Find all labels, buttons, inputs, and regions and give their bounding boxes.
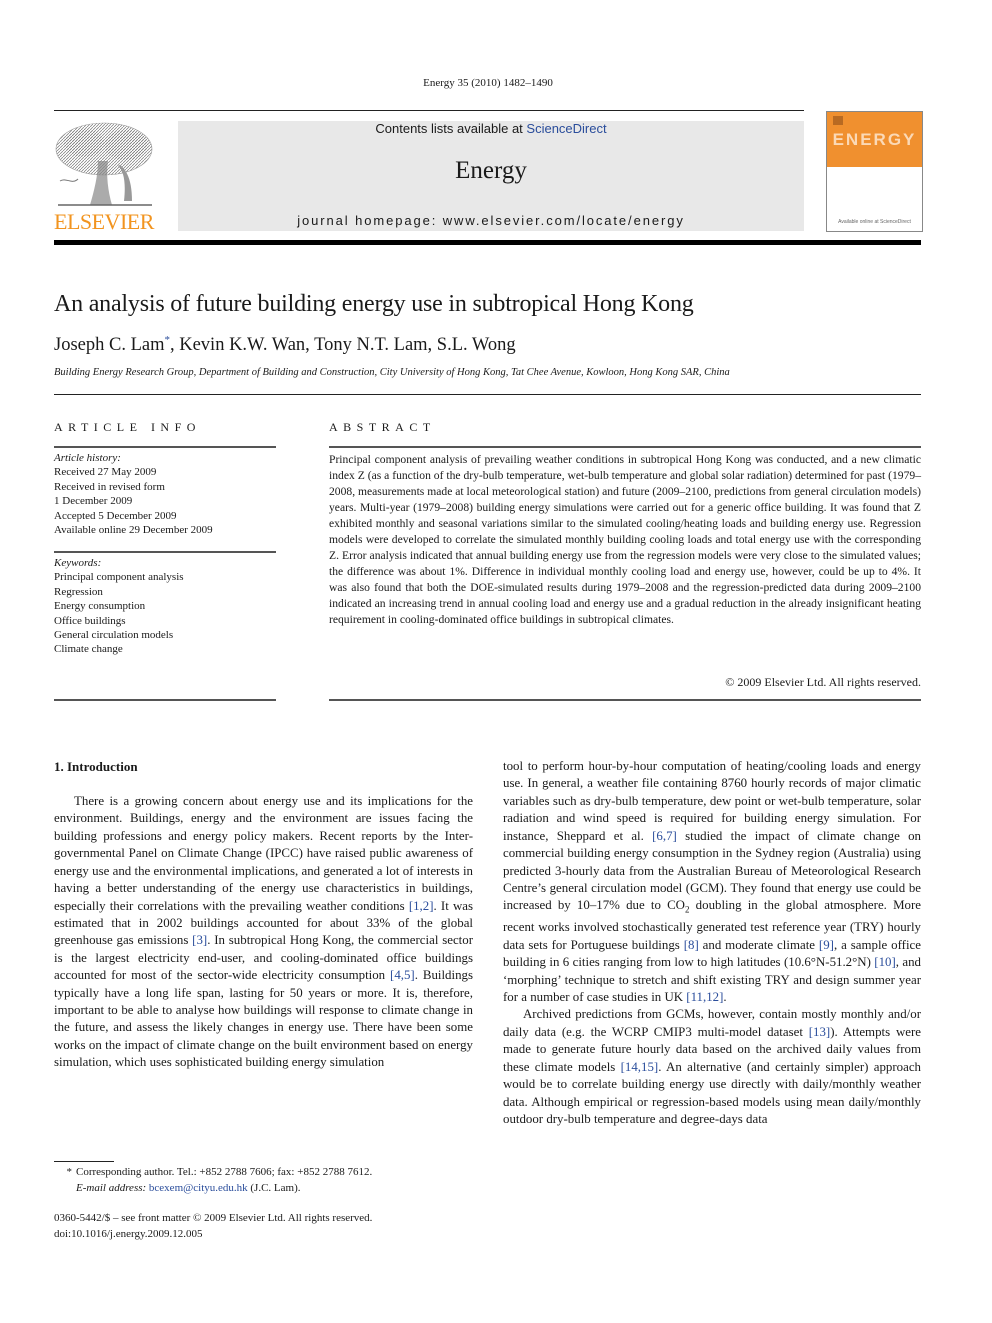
history-label: Article history: [54, 452, 121, 464]
doi[interactable]: doi:10.1016/j.energy.2009.12.005 [54, 1227, 372, 1243]
cover-footer: Available online at ScienceDirect [838, 219, 911, 225]
article-info-bottom-rule [54, 699, 276, 701]
history-item: Received in revised form [54, 480, 165, 493]
keyword-item: Office buildings [54, 614, 126, 627]
citation-link[interactable]: [4,5] [390, 968, 415, 982]
email-link[interactable]: bcexem@cityu.edu.hk [149, 1182, 248, 1194]
keywords: Keywords: Principal component analysis R… [54, 556, 276, 657]
cover-title: ENERGY [832, 130, 917, 149]
journal-name: Energy [455, 157, 527, 184]
keyword-item: Climate change [54, 643, 123, 656]
footnote: * Corresponding author. Tel.: +852 2788 7… [54, 1165, 373, 1196]
abstract-heading: ABSTRACT [329, 420, 436, 434]
author-list: Joseph C. Lam*, Kevin K.W. Wan, Tony N.T… [54, 334, 516, 356]
front-matter: 0360-5442/$ – see front matter © 2009 El… [54, 1211, 372, 1242]
citation-link[interactable]: [11,12] [686, 990, 723, 1004]
cover-banner: ENERGY [827, 112, 922, 167]
email-note: E-mail address: bcexem@cityu.edu.hk (J.C… [76, 1181, 301, 1194]
history-item: Received 27 May 2009 [54, 466, 157, 479]
article-history: Article history: Received 27 May 2009 Re… [54, 451, 276, 537]
elsevier-wordmark: ELSEVIER [54, 209, 154, 234]
citation-link[interactable]: [3] [192, 933, 207, 947]
citation-link[interactable]: [13] [809, 1025, 830, 1039]
abstract-text: Principal component analysis of prevaili… [329, 453, 921, 626]
masthead-thick-rule [54, 240, 921, 245]
header-rule [54, 110, 804, 111]
corresponding-author-note: * Corresponding author. Tel.: +852 2788 7… [54, 1165, 373, 1181]
keywords-label: Keywords: [54, 557, 102, 569]
body-column-right: tool to perform hour-by-hour computation… [503, 758, 921, 1128]
citation-link[interactable]: [8] [684, 938, 699, 952]
journal-masthead: Contents lists available at ScienceDirec… [178, 121, 804, 231]
journal-cover-thumbnail: ENERGY Available online at ScienceDirect [826, 111, 923, 232]
citation-link[interactable]: [9] [819, 938, 834, 952]
running-head: Energy 35 (2010) 1482–1490 [423, 77, 553, 89]
affiliation: Building Energy Research Group, Departme… [54, 367, 730, 378]
issn-line: 0360-5442/$ – see front matter © 2009 El… [54, 1212, 373, 1224]
cover-logo-icon [833, 116, 843, 125]
article-info-heading: ARTICLE INFO [54, 420, 201, 434]
footnote-marker: * [66, 1166, 73, 1178]
sciencedirect-link[interactable]: ScienceDirect [526, 121, 606, 136]
body-column-left: There is a growing concern about energy … [54, 793, 473, 1072]
keyword-item: Energy consumption [54, 600, 146, 613]
footnote-rule [54, 1161, 114, 1162]
article-info-rule [54, 446, 276, 448]
history-item: Available online 29 December 2009 [54, 524, 213, 537]
citation-link[interactable]: [1,2] [409, 899, 434, 913]
homepage-link[interactable]: www.elsevier.com/locate/energy [443, 213, 685, 228]
subscript: 2 [685, 904, 690, 915]
history-item: 1 December 2009 [54, 495, 133, 508]
citation-link[interactable]: [6,7] [652, 829, 677, 843]
keyword-item: General circulation models [54, 629, 174, 642]
contents-line: Contents lists available at ScienceDirec… [375, 121, 607, 136]
author-name[interactable]: Joseph C. Lam [54, 335, 164, 355]
abstract-rule [329, 446, 921, 448]
keyword-item: Principal component analysis [54, 571, 184, 584]
citation-link[interactable]: [14,15] [621, 1060, 659, 1074]
journal-homepage: journal homepage: www.elsevier.com/locat… [297, 213, 685, 228]
section-heading-introduction: 1. Introduction [54, 759, 138, 774]
elsevier-tree-icon [55, 122, 153, 206]
keyword-item: Regression [54, 585, 103, 598]
history-item: Accepted 5 December 2009 [54, 509, 177, 522]
citation-link[interactable]: [10] [874, 955, 895, 969]
paragraph: Archived predictions from GCMs, however,… [503, 1007, 921, 1127]
paragraph: There is a growing concern about energy … [54, 794, 474, 1070]
abstract-bottom-rule [329, 699, 921, 701]
paragraph: tool to perform hour-by-hour computation… [503, 759, 921, 1005]
title-block-rule [54, 394, 921, 395]
keywords-rule [54, 551, 276, 553]
author-names-rest: , Kevin K.W. Wan, Tony N.T. Lam, S.L. Wo… [169, 335, 516, 356]
abstract-copyright: © 2009 Elsevier Ltd. All rights reserved… [725, 675, 921, 689]
article-title: An analysis of future building energy us… [54, 291, 694, 317]
